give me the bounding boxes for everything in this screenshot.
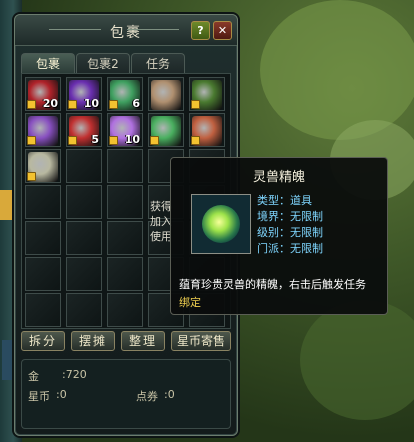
close-button[interactable]: ✕	[213, 21, 232, 40]
tooltip-type: 类型：道具	[257, 194, 312, 207]
item-quantity: 10	[124, 133, 140, 146]
window-titlebar[interactable]: 包裹 ? ✕	[15, 15, 237, 46]
tooltip-level: 级别：无限制	[257, 226, 323, 239]
inventory-slot[interactable]	[25, 185, 61, 219]
inventory-slot[interactable]: 5	[66, 113, 102, 147]
tab-bag-2[interactable]: 包裹2	[76, 53, 130, 74]
lock-icon	[191, 136, 200, 145]
help-button[interactable]: ?	[191, 21, 210, 40]
lock-icon	[109, 136, 118, 145]
gold-label: 金	[28, 370, 39, 383]
split-button[interactable]: 拆分	[21, 331, 65, 351]
inventory-slot[interactable]	[189, 77, 225, 111]
inventory-slot[interactable]	[107, 185, 143, 219]
inventory-slot[interactable]	[66, 185, 102, 219]
inventory-slot[interactable]	[107, 257, 143, 291]
inventory-slot[interactable]	[25, 113, 61, 147]
inventory-slot[interactable]	[66, 257, 102, 291]
tab-quest[interactable]: 任务	[131, 53, 185, 74]
tooltip-title: 灵兽精魄	[252, 170, 305, 185]
lock-icon	[27, 136, 36, 145]
inventory-slot[interactable]	[107, 293, 143, 327]
inventory-slot[interactable]	[189, 113, 225, 147]
item-quantity: 10	[83, 97, 99, 110]
item-quantity: 20	[42, 97, 58, 110]
inventory-slot[interactable]: 20	[25, 77, 61, 111]
background-sign	[0, 190, 14, 220]
stall-button[interactable]: 摆摊	[71, 331, 115, 351]
background-foliage	[260, 0, 414, 140]
item-quantity: 5	[91, 133, 99, 146]
robe-item[interactable]	[151, 80, 181, 110]
gold-value: :720	[62, 368, 87, 381]
background-foliage	[300, 300, 414, 420]
inventory-slot[interactable]: 10	[107, 113, 143, 147]
hidden-prompt-line: 获得	[150, 200, 172, 213]
inventory-slot[interactable]	[66, 293, 102, 327]
inventory-slot[interactable]: 6	[107, 77, 143, 111]
currency-panel: 金 :720 星币 :0 点券 :0	[21, 359, 231, 429]
lock-icon	[191, 100, 200, 109]
inventory-slot[interactable]	[66, 221, 102, 255]
inventory-slot[interactable]	[107, 221, 143, 255]
hidden-prompt-line: 使用	[150, 230, 172, 243]
inventory-slot[interactable]	[66, 149, 102, 183]
inventory-slot[interactable]	[25, 257, 61, 291]
star-coin-value: :0	[56, 388, 67, 401]
hidden-prompt-line: 加入	[150, 215, 172, 228]
inventory-slot[interactable]: 10	[66, 77, 102, 111]
points-value: :0	[164, 388, 175, 401]
inventory-slot[interactable]	[148, 113, 184, 147]
lock-icon	[27, 100, 36, 109]
lock-icon	[68, 100, 77, 109]
tooltip-description: 蕴育珍贵灵兽的精魄，右击后触发任务	[179, 278, 366, 291]
points-label: 点券	[136, 390, 158, 403]
lock-icon	[150, 136, 159, 145]
inventory-slot[interactable]	[25, 293, 61, 327]
inventory-slot[interactable]	[148, 77, 184, 111]
lock-icon	[109, 100, 118, 109]
tooltip-bind-status: 绑定	[179, 296, 201, 309]
tab-bag[interactable]: 包裹	[21, 53, 75, 74]
background-banner	[2, 340, 12, 380]
star-consign-button[interactable]: 星币寄售	[171, 331, 231, 351]
sort-button[interactable]: 整理	[121, 331, 165, 351]
item-quantity: 6	[132, 97, 140, 110]
star-coin-label: 星币	[28, 390, 50, 403]
title-ornament	[127, 29, 179, 30]
tooltip-sect: 门派：无限制	[257, 242, 323, 255]
lock-icon	[27, 172, 36, 181]
inventory-slot[interactable]	[107, 149, 143, 183]
tooltip-realm: 境界：无限制	[257, 210, 323, 223]
spirit-beast-soul-icon	[191, 194, 251, 254]
inventory-slot[interactable]	[25, 149, 61, 183]
inventory-slot[interactable]	[25, 221, 61, 255]
item-tooltip: 灵兽精魄 类型：道具 境界：无限制 级别：无限制 门派：无限制 蕴育珍贵灵兽的精…	[170, 157, 388, 315]
action-bar: 拆分 摆摊 整理 星币寄售	[21, 331, 231, 351]
lock-icon	[68, 136, 77, 145]
